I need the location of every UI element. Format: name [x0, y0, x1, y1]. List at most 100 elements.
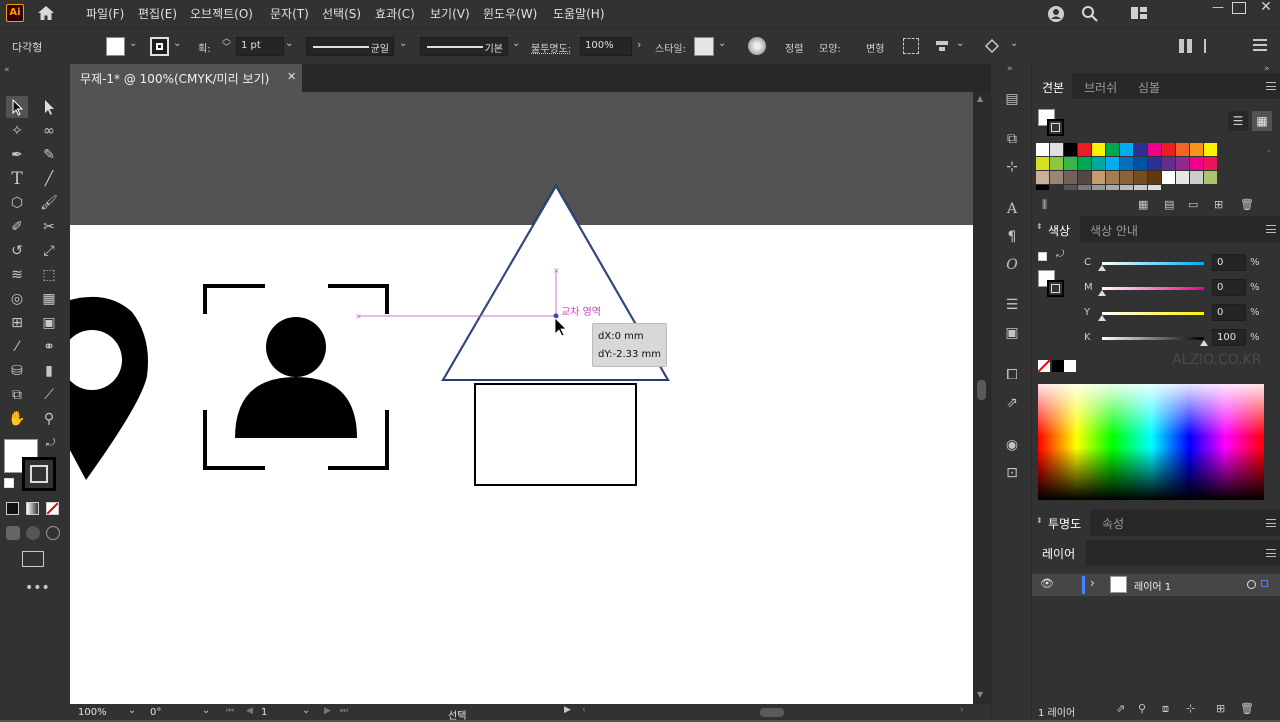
default-fill-stroke-icon[interactable] — [4, 478, 14, 488]
none-mode-icon[interactable] — [46, 502, 59, 515]
color-swatch[interactable] — [1162, 157, 1175, 170]
scrollbar-thumb[interactable] — [977, 380, 986, 400]
color-swatch[interactable] — [1106, 171, 1119, 184]
export-selected-icon[interactable]: ⇗ — [1116, 702, 1125, 715]
scale-tool-icon[interactable]: ⤢ — [38, 240, 60, 262]
shaper-tool-icon[interactable]: ✐ — [6, 216, 28, 238]
hand-tool-icon[interactable]: ✋ — [6, 408, 28, 430]
color-swatch[interactable] — [1162, 143, 1175, 156]
color-swatch[interactable] — [1134, 143, 1147, 156]
color-swatch[interactable] — [1148, 171, 1161, 184]
tab-attributes[interactable]: 속성 — [1102, 515, 1124, 532]
slider-handle[interactable] — [1098, 265, 1106, 271]
isolate-icon[interactable] — [984, 38, 1000, 54]
rectangle-shape[interactable] — [474, 383, 637, 486]
location-pin-shape[interactable] — [70, 296, 148, 480]
slider-handle[interactable] — [1098, 290, 1106, 296]
color-swatch[interactable] — [1092, 171, 1105, 184]
channel-value-input[interactable]: 0 — [1212, 304, 1246, 321]
color-swatch[interactable] — [1064, 171, 1077, 184]
color-swatch[interactable] — [1176, 143, 1189, 156]
hamburger-menu-icon[interactable] — [1253, 39, 1267, 51]
paintbrush-tool-icon[interactable]: 🖌 — [38, 192, 60, 214]
vertical-scrollbar[interactable]: ▲ ▼ — [973, 92, 990, 704]
layer-name[interactable]: 레이어 1 — [1134, 578, 1171, 593]
color-swatch[interactable] — [1036, 143, 1049, 156]
type-tool-icon[interactable]: T — [6, 168, 28, 190]
layer-target-icon[interactable] — [1247, 580, 1256, 589]
color-swatch[interactable] — [1176, 157, 1189, 170]
user-account-icon[interactable] — [1046, 4, 1066, 24]
artboard-tool-icon[interactable]: ⧉ — [6, 384, 28, 406]
chevron-down-icon[interactable]: ⌄ — [956, 38, 964, 49]
new-swatch-icon[interactable]: ⊞ — [1214, 198, 1223, 211]
color-swatch[interactable] — [1050, 143, 1063, 156]
swatch-stroke-indicator[interactable] — [1047, 119, 1064, 136]
transform-options-icon[interactable] — [903, 38, 919, 54]
export-panel-icon[interactable]: ⇗ — [1001, 392, 1023, 414]
color-swatch[interactable] — [1190, 143, 1203, 156]
menu-edit[interactable]: 편집(E) — [138, 5, 177, 22]
asset-export-panel-icon[interactable]: ⊡ — [1001, 462, 1023, 484]
panel-menu-icon[interactable] — [1266, 549, 1276, 557]
color-swatch[interactable] — [1036, 185, 1049, 190]
opacity-input[interactable]: 100% — [580, 37, 632, 56]
menu-select[interactable]: 선택(S) — [322, 5, 361, 22]
color-swatch[interactable] — [1064, 143, 1077, 156]
chevron-down-icon[interactable]: ⌄ — [512, 38, 520, 49]
chevron-down-icon[interactable]: ⌄ — [399, 38, 407, 49]
more-tools-icon[interactable]: ••• — [25, 580, 50, 596]
previous-artboard-icon[interactable]: ◀ — [246, 706, 253, 716]
channel-slider[interactable] — [1102, 262, 1204, 265]
appearance-panel-icon[interactable]: ◉ — [1001, 434, 1023, 456]
screen-mode-icon[interactable] — [22, 551, 44, 567]
close-tab-icon[interactable]: ✕ — [287, 70, 296, 83]
chevron-right-icon[interactable]: › — [637, 38, 641, 51]
app-logo[interactable]: Ai — [6, 4, 24, 22]
color-swatch[interactable] — [1078, 185, 1091, 190]
first-artboard-icon[interactable]: ⏮ — [226, 706, 234, 716]
color-swatch[interactable] — [1092, 185, 1105, 190]
color-swatch[interactable] — [1106, 157, 1119, 170]
layer-selection-indicator[interactable] — [1261, 580, 1268, 587]
align-button[interactable]: 정렬 — [785, 40, 803, 55]
collapse-arrows-icon[interactable]: ⬍ — [1036, 222, 1043, 231]
delete-swatch-icon[interactable]: 🗑 — [1240, 198, 1254, 211]
color-swatch[interactable] — [1120, 157, 1133, 170]
zoom-tool-icon[interactable]: ⚲ — [38, 408, 60, 430]
stepper-icon[interactable]: ︿ ﹀ — [222, 35, 231, 53]
color-swatch[interactable] — [1190, 171, 1203, 184]
color-mode-icon[interactable] — [6, 502, 19, 515]
color-spectrum[interactable] — [1038, 384, 1264, 500]
gradient-mode-icon[interactable] — [26, 502, 39, 515]
clipping-mask-icon[interactable]: ⧈ — [1162, 702, 1169, 716]
color-swatch[interactable] — [1050, 171, 1063, 184]
scroll-up-icon[interactable]: ▲ — [977, 94, 983, 103]
stroke-panel-icon[interactable]: ☰ — [1001, 294, 1023, 316]
menu-file[interactable]: 파일(F) — [86, 5, 124, 22]
graphic-style-box[interactable] — [694, 37, 714, 56]
channel-slider[interactable] — [1102, 312, 1204, 315]
collapse-panels-icon[interactable]: » — [1007, 64, 1013, 74]
expand-layer-icon[interactable]: › — [1090, 576, 1095, 590]
swap-fill-stroke-icon[interactable]: ⤾ — [46, 436, 55, 450]
color-swatch[interactable] — [1064, 185, 1077, 190]
column-graph-tool-icon[interactable]: ▮ — [38, 360, 60, 382]
color-swatch[interactable] — [1176, 171, 1189, 184]
channel-value-input[interactable]: 0 — [1212, 254, 1246, 271]
transform-button[interactable]: 변형 — [866, 40, 884, 55]
color-swatch[interactable] — [1148, 157, 1161, 170]
delete-layer-icon[interactable]: 🗑 — [1240, 702, 1254, 715]
list-view-icon[interactable]: ☰ — [1228, 111, 1248, 131]
color-swatch[interactable] — [1078, 171, 1091, 184]
none-color-swatch[interactable] — [1037, 359, 1051, 373]
last-artboard-icon[interactable]: ⏭ — [340, 706, 348, 716]
draw-inside-icon[interactable] — [46, 526, 60, 540]
pen-tool-icon[interactable]: ✒ — [6, 144, 28, 166]
color-swatch[interactable] — [1204, 171, 1217, 184]
chevron-down-icon[interactable]: ⌄ — [202, 705, 210, 716]
canvas[interactable]: × × 교차 영역 dX:0 mm dY:-2.33 mm — [70, 92, 973, 704]
tab-color-label[interactable]: 색상 — [1048, 222, 1070, 239]
window-minimize-button[interactable]: — — [1208, 0, 1228, 20]
color-swatch[interactable] — [1134, 171, 1147, 184]
